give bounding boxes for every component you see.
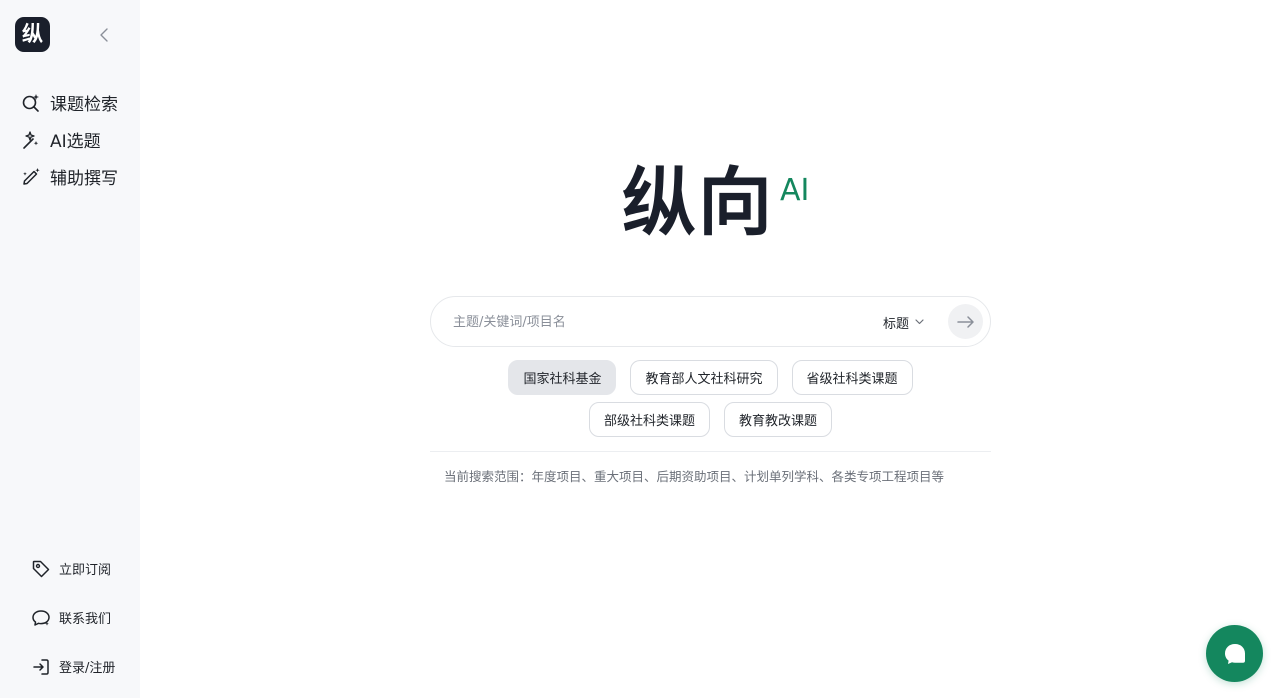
- app-logo[interactable]: 纵: [15, 17, 50, 52]
- contact-us-label: 联系我们: [59, 612, 112, 627]
- chip-row: 部级社科类课题 教育教改课题: [430, 402, 991, 437]
- subscribe-label: 立即订阅: [59, 563, 112, 578]
- pen-sparkle-icon: [20, 166, 42, 188]
- brand-ai-suffix: AI: [780, 173, 810, 208]
- subscribe-link[interactable]: 立即订阅: [30, 553, 135, 584]
- tag-icon: [30, 558, 52, 580]
- sidebar-item-writing-assist[interactable]: 辅助撰写: [20, 158, 135, 195]
- login-register-label: 登录/注册: [59, 661, 116, 676]
- search-sparkle-icon: [20, 92, 42, 114]
- search-input[interactable]: [451, 309, 851, 335]
- sidebar-nav: 课题检索 AI选题 辅助撰写: [20, 84, 135, 195]
- chip-ministerial-social-science[interactable]: 部级社科类课题: [588, 402, 710, 437]
- logo-text: 纵: [22, 22, 43, 46]
- chip-provincial-social-science[interactable]: 省级社科类课题: [791, 360, 913, 395]
- chat-bubble-icon: [1224, 643, 1245, 664]
- chip-moe-humanities[interactable]: 教育部人文社科研究: [630, 360, 778, 395]
- divider: [430, 451, 991, 452]
- login-register-link[interactable]: 登录/注册: [30, 651, 135, 682]
- search-bar: 标题: [430, 296, 991, 347]
- search-submit-button[interactable]: [948, 304, 983, 339]
- chip-row: 国家社科基金 教育部人文社科研究 省级社科类课题: [430, 360, 991, 395]
- search-field-value: 标题: [883, 316, 910, 332]
- sidebar-item-label: 课题检索: [50, 95, 118, 115]
- brand-name: 纵向: [622, 160, 774, 246]
- arrow-right-icon: [956, 315, 974, 328]
- chevron-down-icon: [915, 319, 924, 325]
- sidebar-bottom-nav: 立即订阅 联系我们 登录/注册: [30, 553, 135, 700]
- chat-bubble-icon: [30, 607, 52, 629]
- category-chips: 国家社科基金 教育部人文社科研究 省级社科类课题 部级社科类课题 教育教改课题: [430, 360, 991, 444]
- chevron-left-icon: [100, 28, 108, 42]
- chip-education-reform[interactable]: 教育教改课题: [724, 402, 833, 437]
- sidebar-item-ai-topic[interactable]: AI选题: [20, 121, 135, 158]
- chip-national-social-science[interactable]: 国家社科基金: [508, 360, 617, 395]
- sidebar: 纵 课题检索 AI选题 辅助撰写 立即订阅 联系我们 登录/注册: [0, 0, 140, 698]
- sidebar-item-label: 辅助撰写: [50, 169, 118, 189]
- contact-us-link[interactable]: 联系我们: [30, 602, 135, 633]
- login-icon: [30, 656, 52, 678]
- search-scope-text: 当前搜索范围：年度项目、重大项目、后期资助项目、计划单列学科、各类专项工程项目等: [444, 469, 945, 484]
- brand-logo: 纵向 AI: [622, 160, 809, 246]
- sidebar-item-topic-search[interactable]: 课题检索: [20, 84, 135, 121]
- magic-wand-icon: [20, 129, 42, 151]
- chat-support-button[interactable]: [1206, 625, 1263, 682]
- sidebar-item-label: AI选题: [50, 132, 101, 152]
- search-field-dropdown[interactable]: 标题: [883, 311, 924, 333]
- collapse-sidebar-button[interactable]: [94, 25, 114, 45]
